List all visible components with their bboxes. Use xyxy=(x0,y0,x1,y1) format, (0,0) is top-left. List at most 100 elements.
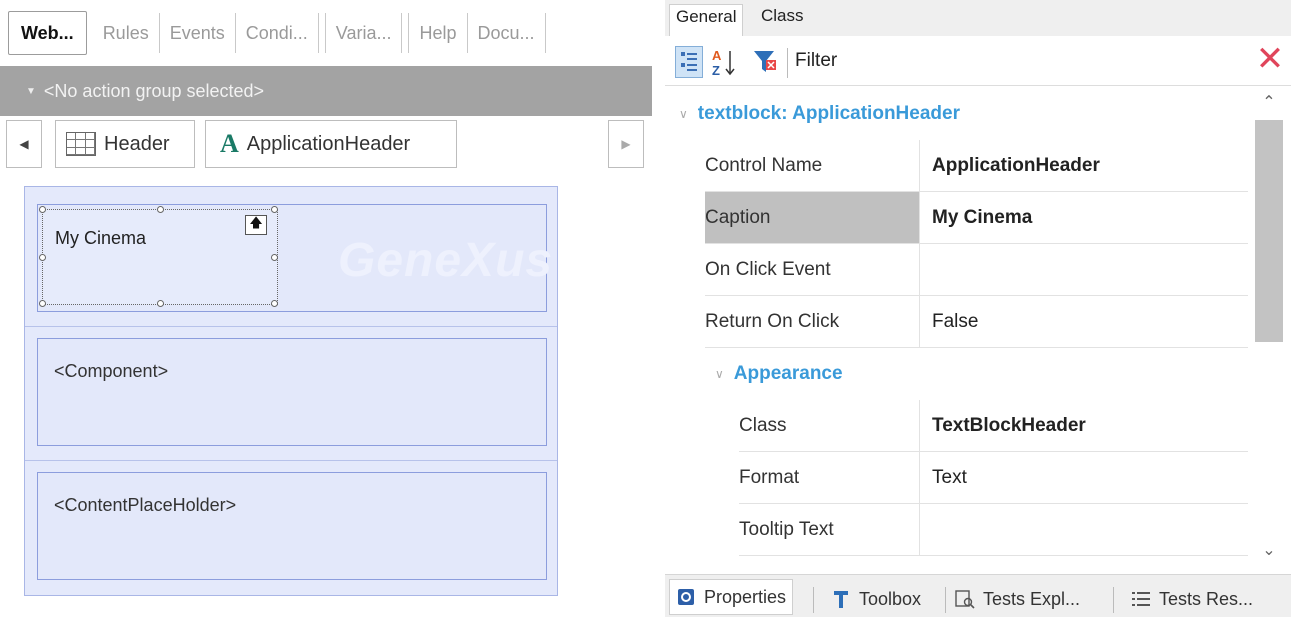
grid-icon xyxy=(66,132,96,156)
resize-handle[interactable] xyxy=(271,254,278,261)
properties-panel: General Class A Z Filter ✕ ∨ textblock: … xyxy=(665,0,1291,617)
tab-variables[interactable]: Varia... xyxy=(324,13,403,53)
tab-tests-explorer[interactable]: Tests Expl... xyxy=(955,583,1080,615)
toolbar-separator xyxy=(787,48,788,78)
resize-handle[interactable] xyxy=(39,206,46,213)
test-results-icon xyxy=(1131,589,1151,609)
pane-divider[interactable] xyxy=(655,0,665,617)
property-row[interactable]: On Click Event xyxy=(665,244,1248,296)
selected-textblock[interactable]: My Cinema 🡅 xyxy=(39,206,278,307)
property-value[interactable] xyxy=(919,244,1248,296)
property-name: Format xyxy=(739,452,919,504)
action-group-label: <No action group selected> xyxy=(43,80,265,101)
tab-label: Toolbox xyxy=(859,588,922,609)
property-name: Class xyxy=(739,400,919,452)
chevron-down-icon: ∨ xyxy=(679,107,688,121)
scroll-down-icon[interactable]: ⌄ xyxy=(1251,540,1287,568)
tab-documentation[interactable]: Docu... xyxy=(468,13,546,53)
tab-label: Tests Res... xyxy=(1159,588,1254,609)
hammer-icon xyxy=(831,589,851,609)
svg-text:A: A xyxy=(712,48,722,63)
filter-input[interactable]: Filter xyxy=(789,44,1244,80)
property-name: Caption xyxy=(705,192,919,244)
close-icon[interactable]: ✕ xyxy=(1253,42,1287,78)
breadcrumb-label: Header xyxy=(104,132,170,155)
property-value[interactable]: My Cinema xyxy=(919,192,1248,244)
sort-alpha-icon[interactable]: A Z xyxy=(709,46,737,78)
resize-handle[interactable] xyxy=(39,254,46,261)
textblock-caption: My Cinema xyxy=(55,228,147,248)
categorized-icon[interactable] xyxy=(675,46,703,78)
chevron-left-icon[interactable]: ◀ xyxy=(6,120,42,168)
content-placeholder-cell[interactable]: <ContentPlaceHolder> xyxy=(37,472,547,580)
row-separator xyxy=(25,460,557,461)
placeholder-label: <ContentPlaceHolder> xyxy=(54,495,237,515)
breadcrumb-label: ApplicationHeader xyxy=(246,132,411,155)
component-label: <Component> xyxy=(54,361,169,381)
scrollbar-thumb[interactable] xyxy=(1255,120,1283,342)
genexus-watermark: GeneXus xyxy=(338,234,554,287)
property-value[interactable]: ApplicationHeader xyxy=(919,140,1248,192)
tab-class[interactable]: Class xyxy=(755,4,810,34)
properties-tab-strip: General Class xyxy=(665,0,1291,36)
tool-window-tabs: Properties Toolbox Tests Expl... Tests R… xyxy=(665,574,1291,617)
scroll-up-icon[interactable]: ⌃ xyxy=(1251,92,1287,120)
property-value[interactable]: False xyxy=(919,296,1248,348)
tab-label: Tests Expl... xyxy=(983,588,1081,609)
tab-rules[interactable]: Rules xyxy=(93,13,160,53)
filter-icon[interactable] xyxy=(751,46,779,78)
resize-handle[interactable] xyxy=(157,206,164,213)
tab-web-form[interactable]: Web... xyxy=(8,11,87,55)
tab-general[interactable]: General xyxy=(669,4,744,36)
breadcrumb-item-header[interactable]: Header xyxy=(55,120,195,168)
property-row[interactable]: Return On Click False xyxy=(665,296,1248,348)
property-name: Tooltip Text xyxy=(739,504,919,556)
gear-icon xyxy=(676,587,696,607)
component-cell[interactable]: <Component> xyxy=(37,338,547,446)
property-row[interactable]: Class TextBlockHeader xyxy=(665,400,1248,452)
header-cell[interactable]: GeneXus My Cinema 🡅 xyxy=(37,204,552,312)
chevron-down-icon: ∨ xyxy=(715,367,724,381)
property-row[interactable]: Control Name ApplicationHeader xyxy=(665,140,1248,192)
category-row[interactable]: ∨ textblock: ApplicationHeader xyxy=(665,88,1248,140)
tab-properties[interactable]: Properties xyxy=(669,579,794,615)
resize-handle[interactable] xyxy=(157,300,164,307)
category-label: Appearance xyxy=(733,363,843,384)
up-arrow-icon[interactable]: 🡅 xyxy=(245,215,267,235)
tab-label: Properties xyxy=(704,586,787,607)
tab-conditions[interactable]: Condi... xyxy=(236,13,319,53)
properties-toolbar: A Z Filter ✕ xyxy=(665,36,1291,86)
category-header[interactable]: ∨ textblock: ApplicationHeader xyxy=(679,88,960,140)
resize-handle[interactable] xyxy=(39,300,46,307)
property-grid: ∨ textblock: ApplicationHeader Control N… xyxy=(665,88,1248,558)
tab-separator xyxy=(813,587,814,613)
breadcrumb-item-applicationheader[interactable]: A ApplicationHeader xyxy=(205,120,457,168)
tab-tests-results[interactable]: Tests Res... xyxy=(1131,583,1253,615)
property-grid-scrollbar[interactable]: ⌃ ⌄ xyxy=(1251,88,1287,568)
action-group-bar[interactable]: ▼ <No action group selected> xyxy=(0,66,652,116)
property-value[interactable] xyxy=(919,504,1248,556)
dropdown-caret-icon: ▼ xyxy=(26,85,36,97)
chevron-right-icon[interactable]: ▶ xyxy=(608,120,644,168)
tab-help[interactable]: Help xyxy=(408,13,468,53)
resize-handle[interactable] xyxy=(271,300,278,307)
category-row[interactable]: ∨ Appearance xyxy=(665,348,1248,400)
category-header[interactable]: ∨ Appearance xyxy=(715,348,843,400)
form-canvas[interactable]: GeneXus My Cinema 🡅 <Component> <Content… xyxy=(24,186,558,596)
property-row[interactable]: Format Text xyxy=(665,452,1248,504)
resize-handle[interactable] xyxy=(271,206,278,213)
property-value[interactable]: Text xyxy=(919,452,1248,504)
letter-a-icon: A xyxy=(220,129,239,158)
web-form-designer: Web... Rules Events Condi... Varia... He… xyxy=(0,0,655,617)
row-separator xyxy=(25,326,557,327)
editor-tab-strip: Web... Rules Events Condi... Varia... He… xyxy=(8,10,648,56)
property-row[interactable]: Tooltip Text xyxy=(665,504,1248,556)
property-row[interactable]: Caption My Cinema xyxy=(665,192,1248,244)
tab-events[interactable]: Events xyxy=(160,13,236,53)
property-value[interactable]: TextBlockHeader xyxy=(919,400,1248,452)
property-name: On Click Event xyxy=(705,244,919,296)
breadcrumb: ◀ Header A ApplicationHeader ▶ xyxy=(0,120,652,170)
svg-text:Z: Z xyxy=(712,63,720,77)
tab-toolbox[interactable]: Toolbox xyxy=(831,583,921,615)
tab-separator xyxy=(1113,587,1114,613)
